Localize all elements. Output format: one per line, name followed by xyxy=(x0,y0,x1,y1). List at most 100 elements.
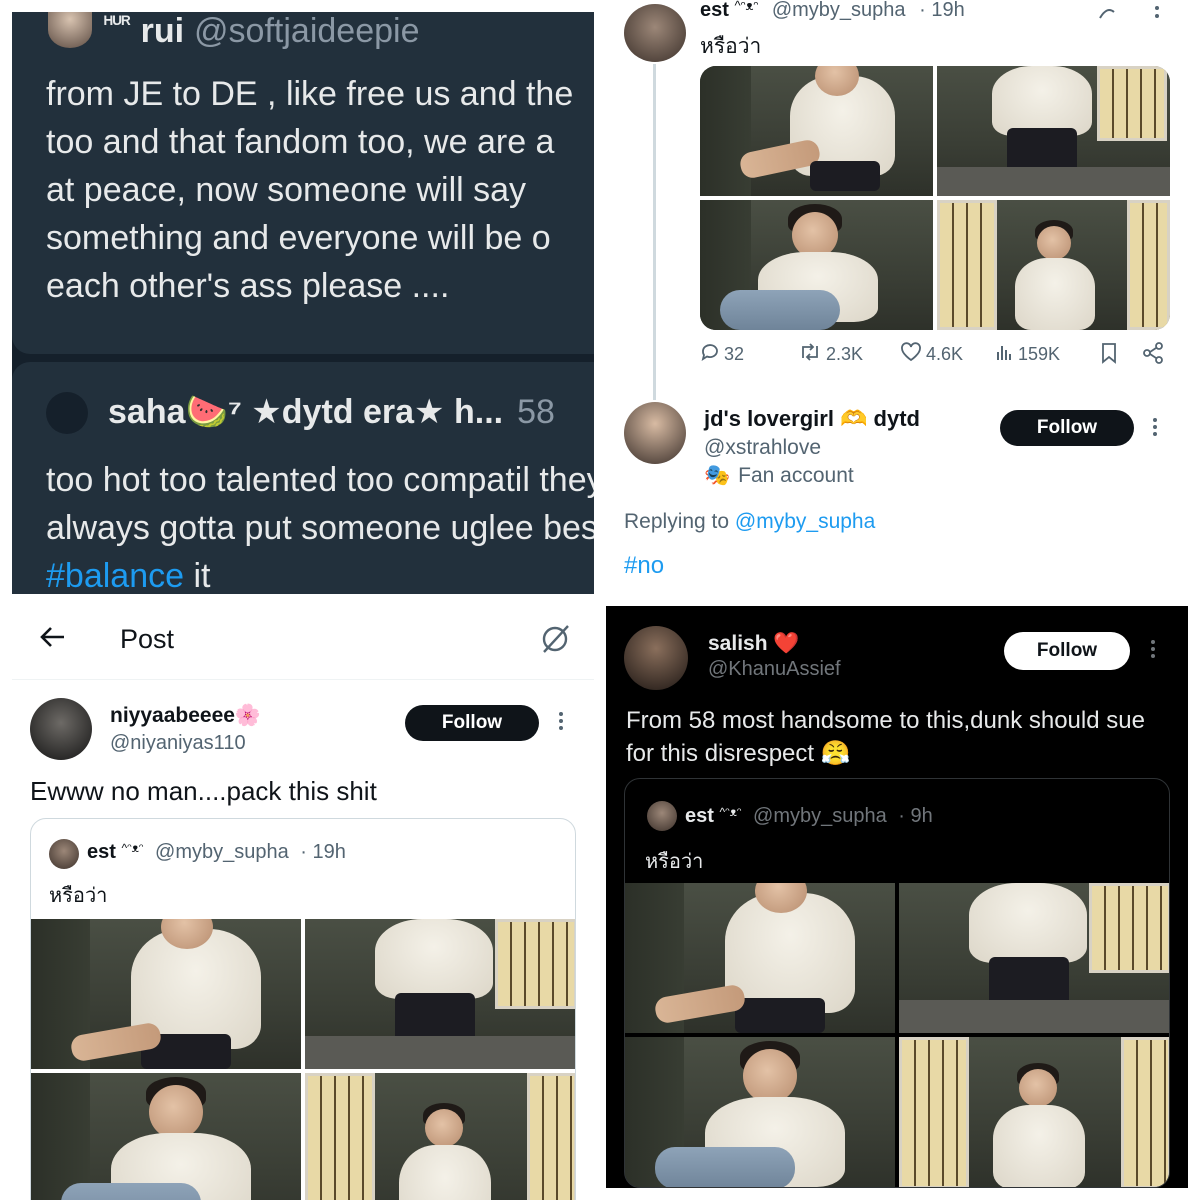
post-text: หรือว่า xyxy=(49,883,108,907)
post-text: too hot too talented too compatil they a… xyxy=(46,456,594,594)
photo-1[interactable] xyxy=(700,66,933,196)
views-count: 159K xyxy=(1018,344,1061,364)
repost-button[interactable]: 2.3K xyxy=(798,342,863,367)
light-post-panel: Post niyyaabeeee🌸 @niyaniyas110 Follow E… xyxy=(12,606,594,1200)
more-icon[interactable] xyxy=(558,710,564,738)
avatar[interactable] xyxy=(624,402,686,464)
avatar[interactable] xyxy=(647,801,677,831)
reply-icon xyxy=(700,342,720,367)
repost-icon xyxy=(798,342,822,367)
avatar[interactable] xyxy=(624,4,686,62)
more-icon[interactable] xyxy=(1150,638,1156,666)
post-text-before: too hot too talented too compatil they a… xyxy=(46,461,594,547)
author-name[interactable]: niyyaabeeee🌸 xyxy=(110,704,261,728)
hashtag-link[interactable]: #balance xyxy=(46,557,184,594)
views-button[interactable]: 159K xyxy=(996,342,1060,367)
bookmark-icon xyxy=(1100,342,1118,369)
more-icon[interactable] xyxy=(1154,4,1160,30)
author-handle[interactable]: @xstrahlove xyxy=(704,436,821,460)
avatar[interactable] xyxy=(30,698,92,760)
media-grid[interactable] xyxy=(700,66,1170,330)
post-text: หรือว่า xyxy=(700,34,762,58)
author-handle[interactable]: @myby_supha xyxy=(753,805,887,827)
post-text: หรือว่า xyxy=(645,849,704,873)
photo-3[interactable] xyxy=(700,200,933,330)
avatar[interactable] xyxy=(49,839,79,869)
dark-reply-thread-panel: ᴴᵁᴿ rui @softjaideepie from JE to DE , lik… xyxy=(12,12,594,594)
hashtag-link[interactable]: #no xyxy=(624,552,664,580)
name-badge: ^ᵔᴥᵔ xyxy=(121,841,144,855)
like-count: 4.6K xyxy=(926,344,964,364)
author-name[interactable]: rui xyxy=(141,12,184,50)
author-line: est ^ᵔᴥᵔ @myby_supha · 19h xyxy=(87,841,346,864)
photo-2[interactable] xyxy=(305,919,575,1069)
author-handle[interactable]: @myby_supha xyxy=(772,0,906,21)
reply-button[interactable]: 32 xyxy=(700,342,744,367)
photo-4[interactable] xyxy=(899,1037,1169,1187)
post-time: 58 xyxy=(517,393,555,431)
photo-1[interactable] xyxy=(31,919,301,1069)
like-button[interactable]: 4.6K xyxy=(900,342,963,367)
fan-account-icon: 🎭 xyxy=(704,464,731,487)
share-button[interactable] xyxy=(1142,342,1164,369)
photo-1[interactable] xyxy=(625,883,895,1033)
black-post-panel: salish ❤️ @KhanuAssief Follow From 58 mo… xyxy=(606,606,1188,1188)
post-text: Ewww no man....pack this shit xyxy=(30,776,377,806)
photo-4[interactable] xyxy=(305,1073,575,1200)
fan-account-label: 🎭 Fan account xyxy=(704,464,854,488)
post-time: · 9h xyxy=(898,805,933,827)
avatar[interactable] xyxy=(48,12,92,48)
bookmark-button[interactable] xyxy=(1100,342,1118,369)
photo-2[interactable] xyxy=(937,66,1170,196)
author-name[interactable]: salish ❤️ xyxy=(708,632,800,656)
author-name[interactable]: est xyxy=(87,841,116,863)
fan-account-text: Fan account xyxy=(738,464,854,487)
author-line: ᴴᵁᴿ rui @softjaideepie xyxy=(104,12,419,51)
author-handle[interactable]: @softjaideepie xyxy=(194,12,419,50)
back-arrow-icon[interactable] xyxy=(38,622,68,660)
grok-icon[interactable] xyxy=(538,622,572,663)
media-grid[interactable] xyxy=(31,919,575,1200)
author-name[interactable]: est xyxy=(700,0,729,21)
post-text: From 58 most handsome to this,dunk shoul… xyxy=(626,707,1145,767)
thread-connector-line xyxy=(653,64,656,400)
name-badge: ^ᵔᴥᵔ xyxy=(734,0,759,13)
action-bar: 32 2.3K 4.6K 159K xyxy=(700,342,1170,374)
media-grid[interactable] xyxy=(625,883,1169,1187)
name-badge: ^ᵔᴥᵔ xyxy=(719,805,742,819)
post-time: · 19h xyxy=(300,841,346,863)
grok-icon[interactable] xyxy=(1096,4,1118,32)
author-line: est ^ᵔᴥᵔ @myby_supha · 19h xyxy=(700,0,965,22)
author-line: saha🍉⁷ ★dytd era★ h... 58 xyxy=(108,392,555,432)
replying-to: Replying to @myby_supha xyxy=(624,510,875,534)
photo-3[interactable] xyxy=(625,1037,895,1187)
replying-to-link[interactable]: @myby_supha xyxy=(735,510,875,533)
page-title: Post xyxy=(120,624,175,654)
photo-2[interactable] xyxy=(899,883,1169,1033)
avatar[interactable] xyxy=(624,626,688,690)
views-icon xyxy=(996,342,1014,367)
quoted-post[interactable]: est ^ᵔᴥᵔ @myby_supha · 9h หรือว่า xyxy=(624,778,1170,1188)
photo-3[interactable] xyxy=(31,1073,301,1200)
quoted-post[interactable]: est ^ᵔᴥᵔ @myby_supha · 19h หรือว่า xyxy=(30,818,576,1200)
author-name[interactable]: est xyxy=(685,805,714,827)
more-icon[interactable] xyxy=(1152,416,1158,444)
author-name[interactable]: jd's lovergirl 🫶 dytd xyxy=(704,406,920,432)
avatar[interactable] xyxy=(46,392,88,434)
follow-button[interactable]: Follow xyxy=(1004,632,1130,670)
repost-count: 2.3K xyxy=(826,344,864,364)
photo-4[interactable] xyxy=(937,200,1170,330)
post-header-bar: Post xyxy=(12,606,594,680)
author-handle[interactable]: @KhanuAssief xyxy=(708,658,841,681)
follow-button[interactable]: Follow xyxy=(405,705,539,741)
post-text-after: it xyxy=(184,557,211,594)
reply-count: 32 xyxy=(724,344,745,364)
share-icon xyxy=(1142,342,1164,369)
follow-button[interactable]: Follow xyxy=(1000,410,1134,446)
author-handle[interactable]: @niyaniyas110 xyxy=(110,732,246,755)
author-name[interactable]: saha🍉⁷ ★dytd era★ h... xyxy=(108,393,503,431)
post-time: · 19h xyxy=(919,0,965,21)
name-prefix: ᴴᵁᴿ xyxy=(104,13,131,35)
author-handle[interactable]: @myby_supha xyxy=(155,841,289,863)
light-thread-panel: est ^ᵔᴥᵔ @myby_supha · 19h หรือว่า 32 2.… xyxy=(606,0,1200,596)
